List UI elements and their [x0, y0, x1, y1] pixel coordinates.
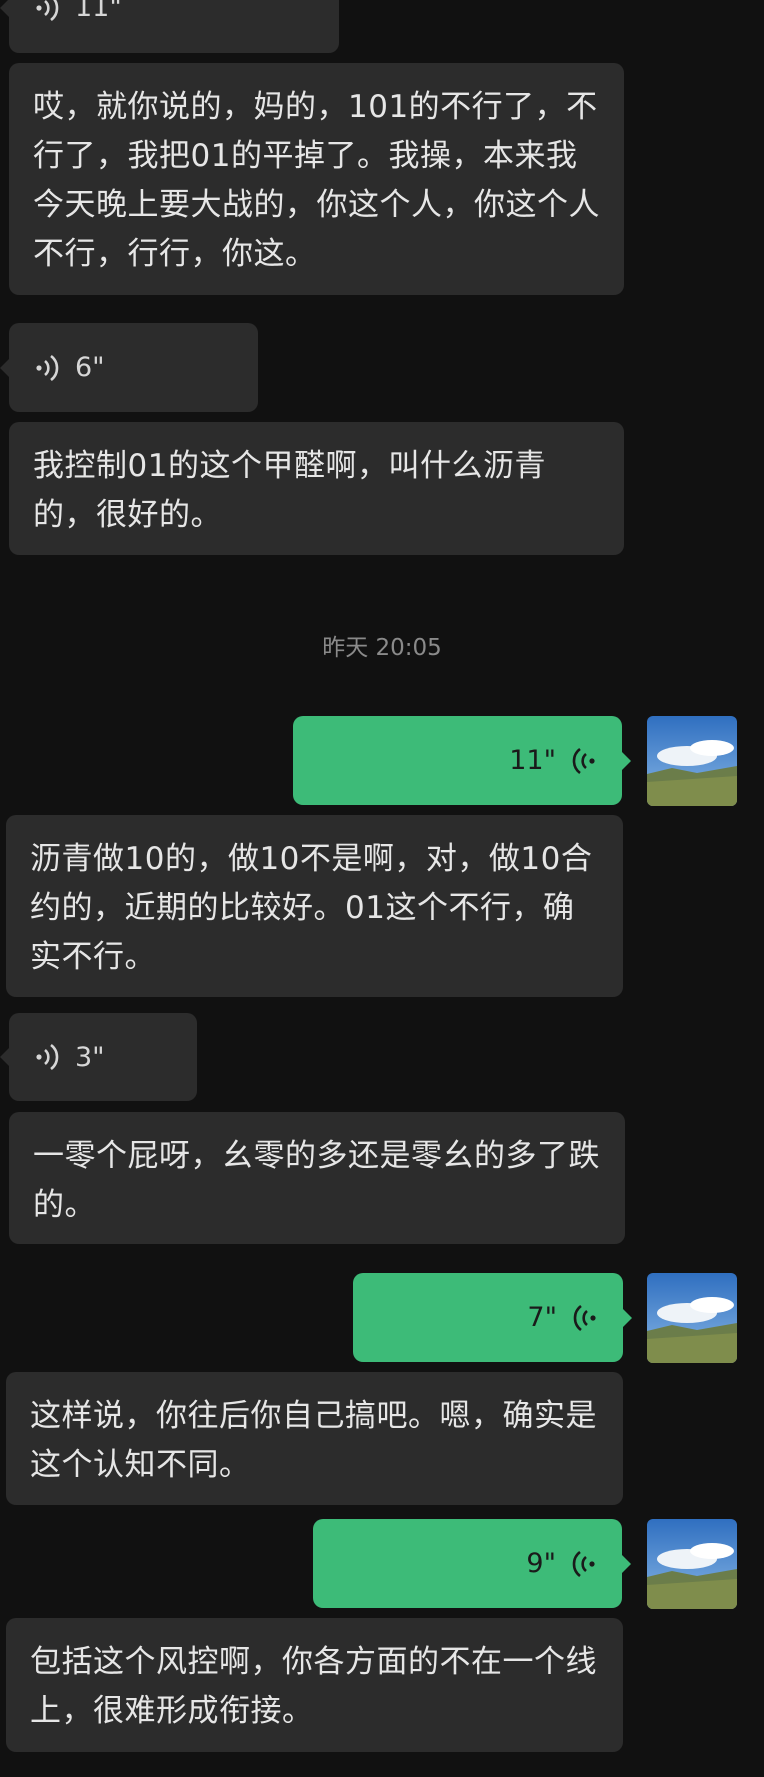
voice-transcript: 这样说，你往后你自己搞吧。嗯，确实是这个认知不同。: [6, 1372, 623, 1505]
voice-wave-icon: [35, 0, 61, 23]
transcript-text: 哎，就你说的，妈的，101的不行了，不行了，我把01的平掉了。我操，本来我今天晚…: [33, 89, 600, 272]
transcript-text: 这样说，你往后你自己搞吧。嗯，确实是这个认知不同。: [30, 1398, 597, 1483]
voice-message-outgoing[interactable]: 9": [313, 1519, 631, 1608]
voice-duration: 6": [75, 352, 105, 383]
voice-duration: 3": [75, 1041, 105, 1073]
voice-message-outgoing[interactable]: 7": [353, 1273, 632, 1362]
voice-wave-icon: [35, 1042, 61, 1072]
voice-wave-icon: [570, 1549, 596, 1579]
voice-duration: 9": [526, 1548, 556, 1579]
voice-duration: 7": [527, 1302, 557, 1333]
transcript-text: 一零个屁呀，幺零的多还是零幺的多了跌的。: [33, 1138, 600, 1223]
voice-transcript: 包括这个风控啊，你各方面的不在一个线上，很难形成衔接。: [6, 1618, 623, 1752]
transcript-text: 沥青做10的，做10不是啊，对，做10合约的，近期的比较好。01这个不行，确实不…: [30, 841, 593, 975]
transcript-text: 我控制01的这个甲醛啊，叫什么沥青的，很好的。: [33, 448, 546, 533]
voice-transcript: 一零个屁呀，幺零的多还是零幺的多了跌的。: [9, 1112, 625, 1244]
voice-duration: 11": [75, 0, 122, 23]
voice-wave-icon: [35, 353, 61, 383]
transcript-text: 包括这个风控啊，你各方面的不在一个线上，很难形成衔接。: [30, 1644, 597, 1729]
voice-duration: 11": [509, 745, 556, 776]
timestamp-divider: 昨天 20:05: [322, 635, 442, 661]
voice-message-incoming[interactable]: 11": [0, 0, 339, 53]
avatar[interactable]: [647, 1273, 737, 1363]
voice-wave-icon: [571, 1303, 597, 1333]
voice-transcript: 哎，就你说的，妈的，101的不行了，不行了，我把01的平掉了。我操，本来我今天晚…: [9, 63, 624, 295]
avatar[interactable]: [647, 1519, 737, 1609]
voice-message-outgoing[interactable]: 11": [293, 716, 631, 805]
voice-wave-icon: [570, 746, 596, 776]
voice-message-incoming[interactable]: 6": [0, 323, 258, 412]
voice-message-incoming[interactable]: 3": [0, 1013, 197, 1101]
voice-transcript: 沥青做10的，做10不是啊，对，做10合约的，近期的比较好。01这个不行，确实不…: [6, 815, 623, 997]
avatar[interactable]: [647, 716, 737, 806]
voice-transcript: 我控制01的这个甲醛啊，叫什么沥青的，很好的。: [9, 422, 624, 555]
